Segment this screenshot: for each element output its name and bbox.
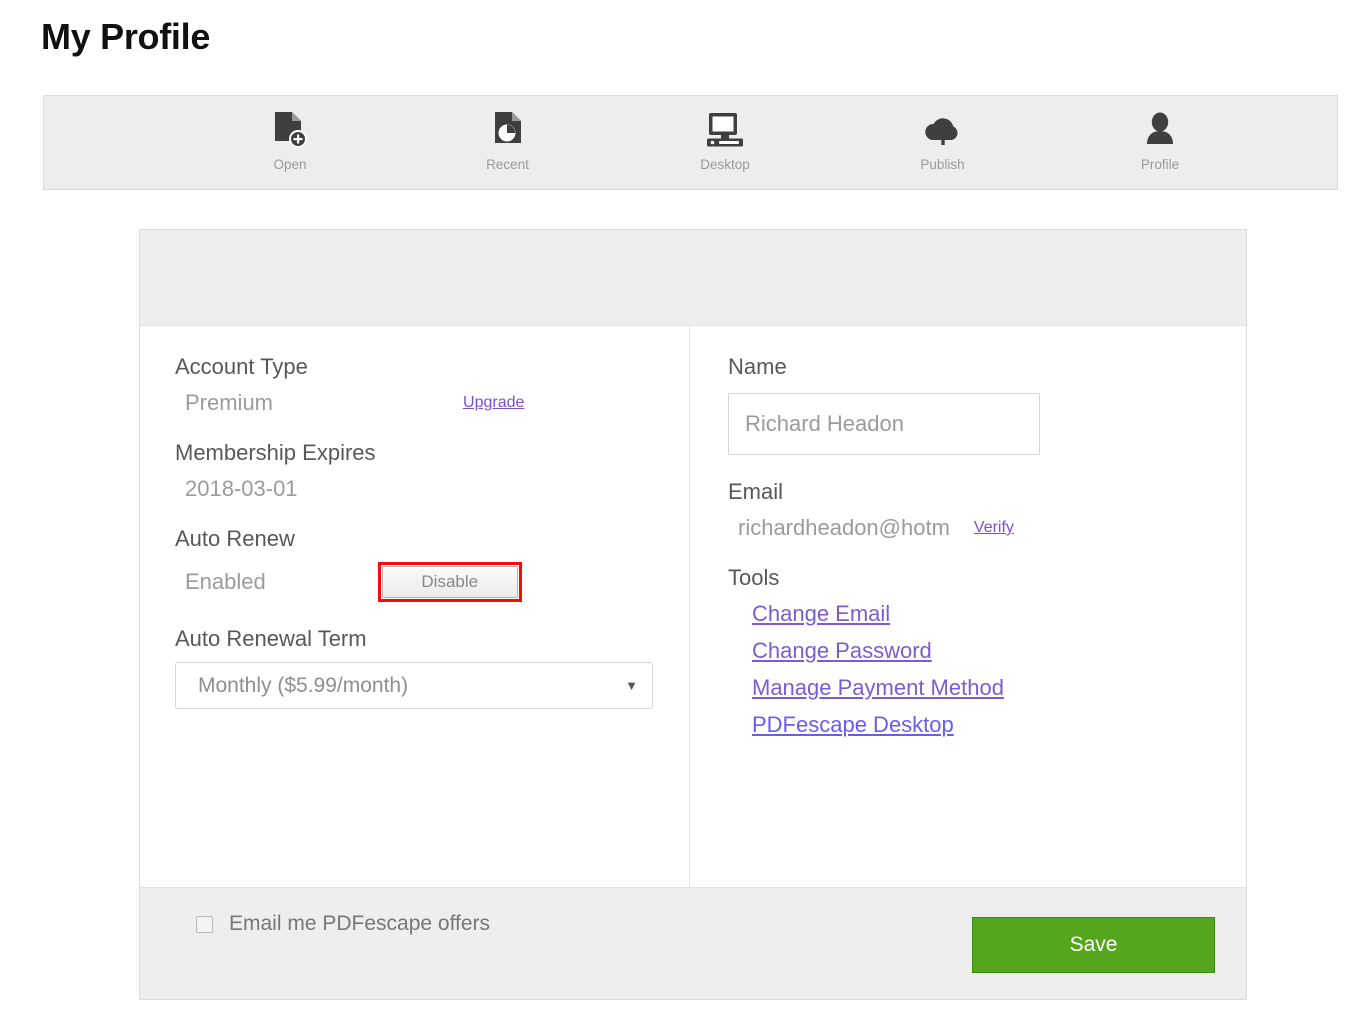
save-button[interactable]: Save <box>972 917 1215 973</box>
manage-payment-method-link[interactable]: Manage Payment Method <box>752 675 1246 701</box>
email-label: Email <box>728 479 784 504</box>
account-type-value: Premium <box>185 390 274 415</box>
upgrade-link[interactable]: Upgrade <box>463 394 524 412</box>
tools-block: Tools Change Email Change Password Manag… <box>728 565 1246 738</box>
auto-renew-block: Auto Renew Enabled Disable <box>175 526 689 602</box>
card-body: Account Type Premium Upgrade Membership … <box>140 326 1246 888</box>
card-footer: Email me PDFescape offers Save <box>140 887 1246 999</box>
email-value: richardheadon@hotm <box>738 515 950 540</box>
document-clock-icon <box>491 110 525 150</box>
toolbar-item-desktop[interactable]: Desktop <box>665 96 785 172</box>
card-header <box>140 230 1246 326</box>
name-label: Name <box>728 354 787 379</box>
page-title: My Profile <box>41 16 211 57</box>
chevron-down-icon: ▼ <box>625 678 638 693</box>
tools-label: Tools <box>728 565 780 590</box>
auto-renew-value: Enabled <box>185 569 266 594</box>
user-icon <box>1143 110 1177 150</box>
document-add-icon <box>273 110 307 150</box>
name-input[interactable] <box>728 393 1040 455</box>
toolbar-item-profile[interactable]: Profile <box>1100 96 1220 172</box>
email-block: Email richardheadon@hotm Verify <box>728 479 1246 541</box>
email-offers-checkbox[interactable] <box>196 915 213 933</box>
top-toolbar: Open Recent Desktop Publish Profile <box>43 95 1338 190</box>
monitor-icon <box>705 110 745 150</box>
auto-renewal-term-value: Monthly ($5.99/month) <box>198 673 409 697</box>
toolbar-item-label: Desktop <box>700 157 750 172</box>
disable-button-highlight: Disable <box>377 562 522 602</box>
email-offers-row: Email me PDFescape offers <box>196 912 490 936</box>
verify-link[interactable]: Verify <box>974 519 1014 537</box>
toolbar-item-publish[interactable]: Publish <box>883 96 1003 172</box>
membership-expires-block: Membership Expires 2018-03-01 <box>175 440 689 502</box>
disable-button[interactable]: Disable <box>381 566 518 598</box>
auto-renewal-term-label: Auto Renewal Term <box>175 626 367 651</box>
profile-card: Account Type Premium Upgrade Membership … <box>139 229 1247 1000</box>
toolbar-item-label: Profile <box>1140 157 1180 172</box>
change-password-link[interactable]: Change Password <box>752 638 1246 664</box>
toolbar-item-open[interactable]: Open <box>230 96 350 172</box>
auto-renew-label: Auto Renew <box>175 526 295 551</box>
change-email-link[interactable]: Change Email <box>752 601 1246 627</box>
toolbar-item-recent[interactable]: Recent <box>448 96 568 172</box>
membership-expires-value: 2018-03-01 <box>185 476 298 501</box>
toolbar-item-label: Open <box>273 157 307 172</box>
account-column: Account Type Premium Upgrade Membership … <box>140 326 690 888</box>
auto-renewal-term-select[interactable]: Monthly ($5.99/month) ▼ <box>175 662 653 709</box>
account-type-label: Account Type <box>175 354 308 379</box>
toolbar-item-label: Publish <box>920 157 965 172</box>
pdfescape-desktop-link[interactable]: PDFescape Desktop <box>752 712 1246 738</box>
cloud-upload-icon <box>922 110 964 150</box>
name-block: Name <box>728 354 1246 455</box>
account-type-block: Account Type Premium Upgrade <box>175 354 689 416</box>
profile-column: Name Email richardheadon@hotm Verify Too… <box>690 326 1246 888</box>
email-offers-label: Email me PDFescape offers <box>229 912 491 935</box>
toolbar-item-label: Recent <box>486 157 529 172</box>
auto-renewal-term-block: Auto Renewal Term Monthly ($5.99/month) … <box>175 626 689 709</box>
tools-list: Change Email Change Password Manage Paym… <box>728 601 1246 738</box>
membership-expires-label: Membership Expires <box>175 440 376 465</box>
